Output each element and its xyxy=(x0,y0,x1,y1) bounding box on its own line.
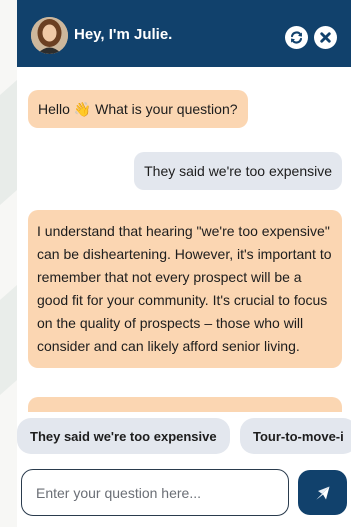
header-title: Hey, I'm Julie. xyxy=(74,26,173,43)
bot-message-partial xyxy=(28,397,342,412)
input-row xyxy=(17,467,351,519)
refresh-icon xyxy=(290,31,303,44)
user-message: They said we're too expensive xyxy=(134,152,342,190)
suggestion-chips: They said we're too expensive Tour-to-mo… xyxy=(0,418,351,456)
avatar xyxy=(31,17,68,54)
send-icon xyxy=(316,486,329,499)
suggestion-chip[interactable]: Tour-to-move-i xyxy=(240,418,351,454)
message-list[interactable]: Hello 👋 What is your question? They said… xyxy=(17,67,351,412)
bot-message: I understand that hearing "we're too exp… xyxy=(28,210,342,368)
close-icon xyxy=(320,32,331,43)
suggestion-chip[interactable]: They said we're too expensive xyxy=(17,418,230,454)
question-input[interactable] xyxy=(21,469,289,516)
close-button[interactable] xyxy=(314,26,337,49)
chat-header: Hey, I'm Julie. xyxy=(17,0,351,67)
bot-message: Hello 👋 What is your question? xyxy=(28,90,248,128)
send-button[interactable] xyxy=(298,470,347,515)
refresh-button[interactable] xyxy=(285,26,308,49)
